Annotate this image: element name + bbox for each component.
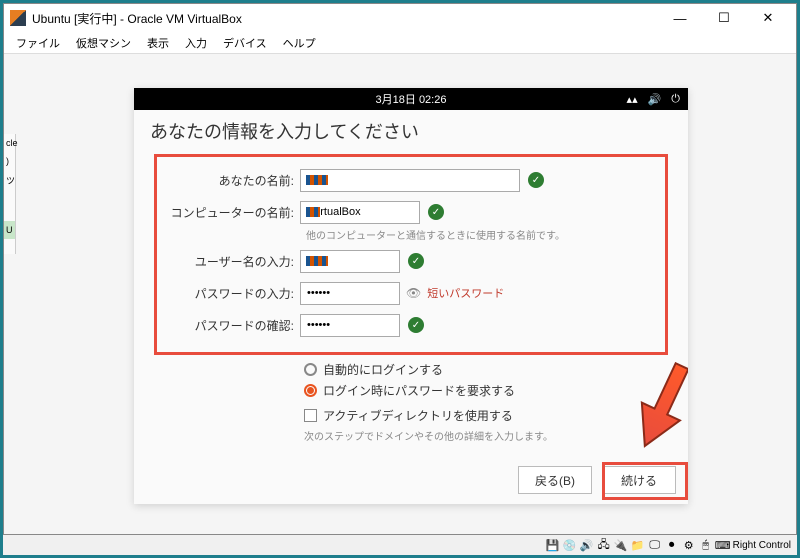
menu-help[interactable]: ヘルプ bbox=[275, 32, 324, 53]
audio-icon[interactable]: 🔊 bbox=[580, 538, 594, 552]
volume-icon[interactable]: 🔊 bbox=[648, 93, 662, 106]
menu-view[interactable]: 表示 bbox=[139, 32, 177, 53]
radio-require-password[interactable] bbox=[304, 384, 317, 397]
login-options: 自動的にログインする ログイン時にパスワードを要求する アクティブディレクトリを… bbox=[304, 361, 668, 443]
back-button[interactable]: 戻る(B) bbox=[518, 466, 592, 494]
optical-icon[interactable]: 💿 bbox=[563, 538, 577, 552]
form-area: あなたの名前: コンピューターの名前: 他のコンピューターと通信するとき bbox=[134, 150, 688, 447]
obscured-text bbox=[306, 256, 328, 266]
obscured-text bbox=[306, 175, 328, 185]
virtualbox-window: Ubuntu [実行中] - Oracle VM VirtualBox — ☐ … bbox=[3, 3, 797, 535]
ubuntu-installer: 3月18日 02:26 ▴▴ 🔊 ⏻ あなたの情報を入力してください あなたの名… bbox=[134, 88, 688, 504]
show-password-icon[interactable]: 👁 bbox=[406, 286, 421, 300]
cpu-icon[interactable]: ⚙ bbox=[682, 538, 696, 552]
name-input[interactable] bbox=[300, 169, 520, 192]
usb-icon[interactable]: 🔌 bbox=[614, 538, 628, 552]
topbar-datetime: 3月18日 02:26 bbox=[376, 91, 447, 107]
background-window-fragment: cle ) ツ U bbox=[4, 134, 16, 254]
menubar: ファイル 仮想マシン 表示 入力 デバイス ヘルプ bbox=[4, 32, 796, 54]
mouse-icon[interactable]: 🖱 bbox=[699, 538, 713, 552]
titlebar: Ubuntu [実行中] - Oracle VM VirtualBox — ☐ … bbox=[4, 4, 796, 32]
menu-machine[interactable]: 仮想マシン bbox=[68, 32, 139, 53]
vm-display: cle ) ツ U 3月18日 02:26 ▴▴ 🔊 ⏻ あなたの情報を入力して… bbox=[4, 54, 796, 534]
radio-auto-login[interactable] bbox=[304, 363, 317, 376]
confirm-label: パスワードの確認: bbox=[165, 317, 300, 334]
password-label: パスワードの入力: bbox=[165, 285, 300, 302]
computer-hint: 他のコンピューターと通信するときに使用する名前です。 bbox=[306, 227, 657, 242]
require-password-label: ログイン時にパスワードを要求する bbox=[323, 382, 515, 399]
net-icon[interactable]: 🖧 bbox=[597, 538, 611, 552]
check-icon bbox=[528, 172, 544, 188]
minimize-button[interactable]: — bbox=[658, 4, 702, 32]
recording-icon[interactable]: ⏺ bbox=[665, 538, 679, 552]
ad-hint: 次のステップでドメインやその他の詳細を入力します。 bbox=[304, 428, 668, 443]
name-label: あなたの名前: bbox=[165, 172, 300, 189]
check-icon bbox=[408, 253, 424, 269]
menu-input[interactable]: 入力 bbox=[177, 32, 215, 53]
shared-folder-icon[interactable]: 📁 bbox=[631, 538, 645, 552]
password-warning: 短いパスワード bbox=[427, 285, 504, 301]
password-input[interactable] bbox=[300, 282, 400, 305]
power-icon[interactable]: ⏻ bbox=[671, 93, 680, 106]
username-label: ユーザー名の入力: bbox=[165, 253, 300, 270]
check-icon bbox=[408, 317, 424, 333]
ad-label: アクティブディレクトリを使用する bbox=[323, 407, 513, 424]
computer-label: コンピューターの名前: bbox=[165, 204, 300, 221]
checkbox-active-directory[interactable] bbox=[304, 409, 317, 422]
check-icon bbox=[428, 204, 444, 220]
keyboard-icon[interactable]: ⌨ bbox=[716, 538, 730, 552]
menu-file[interactable]: ファイル bbox=[8, 32, 68, 53]
host-key-indicator: Right Control bbox=[733, 540, 791, 551]
annotation-highlight-form: あなたの名前: コンピューターの名前: 他のコンピューターと通信するとき bbox=[154, 154, 668, 355]
close-button[interactable]: ✕ bbox=[746, 4, 790, 32]
obscured-text bbox=[306, 207, 320, 217]
app-icon bbox=[10, 10, 26, 26]
continue-button[interactable]: 続ける bbox=[602, 466, 676, 494]
hdd-icon[interactable]: 💾 bbox=[546, 538, 560, 552]
window-title: Ubuntu [実行中] - Oracle VM VirtualBox bbox=[32, 10, 658, 27]
gnome-topbar: 3月18日 02:26 ▴▴ 🔊 ⏻ bbox=[134, 88, 688, 110]
virtualbox-statusbar: 💾 💿 🔊 🖧 🔌 📁 🖵 ⏺ ⚙ 🖱 ⌨ Right Control bbox=[3, 535, 797, 555]
display-icon[interactable]: 🖵 bbox=[648, 538, 662, 552]
confirm-input[interactable] bbox=[300, 314, 400, 337]
maximize-button[interactable]: ☐ bbox=[702, 4, 746, 32]
page-heading: あなたの情報を入力してください bbox=[134, 110, 688, 150]
button-bar: 戻る(B) 続ける bbox=[134, 456, 688, 504]
menu-devices[interactable]: デバイス bbox=[215, 32, 275, 53]
auto-login-label: 自動的にログインする bbox=[323, 361, 443, 378]
network-icon[interactable]: ▴▴ bbox=[627, 93, 638, 106]
